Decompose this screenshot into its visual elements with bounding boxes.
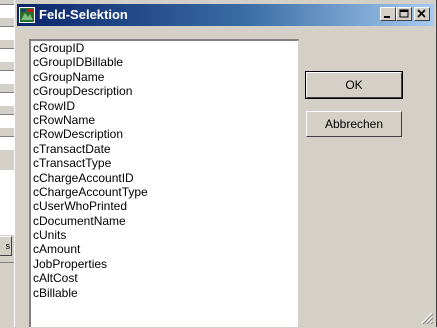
resize-grip-icon[interactable] [421, 312, 433, 324]
window-title: Feld-Selektion [39, 7, 128, 22]
background-button[interactable]: s [0, 236, 12, 256]
background-field[interactable] [0, 4, 14, 18]
field-list[interactable]: cGroupID cGroupIDBillable cGroupName cGr… [29, 39, 299, 327]
list-item[interactable]: cRowDescription [31, 127, 298, 141]
list-item[interactable]: cTransactDate [31, 142, 298, 156]
list-item[interactable]: cTransactType [31, 156, 298, 170]
background-frame [0, 262, 14, 328]
background-field[interactable] [0, 114, 14, 128]
app-icon[interactable] [19, 7, 35, 23]
list-item[interactable]: cGroupDescription [31, 84, 298, 98]
list-item[interactable]: cGroupID [31, 41, 298, 55]
list-item[interactable]: cGroupIDBillable [31, 55, 298, 69]
list-item[interactable]: cUnits [31, 228, 298, 242]
background-field[interactable] [0, 136, 14, 150]
list-item[interactable]: cChargeAccountType [31, 185, 298, 199]
background-field[interactable] [0, 70, 14, 84]
list-item[interactable]: cAmount [31, 242, 298, 256]
list-item[interactable]: cGroupName [31, 70, 298, 84]
field-selection-dialog: Feld-Selektion cGroupID cGroupIDBillable… [14, 0, 437, 327]
title-bar[interactable]: Feld-Selektion [17, 4, 434, 26]
list-item[interactable]: cChargeAccountID [31, 171, 298, 185]
list-item[interactable]: cRowID [31, 99, 298, 113]
close-button[interactable] [414, 7, 430, 21]
background-field[interactable] [0, 92, 14, 106]
minimize-icon [384, 16, 390, 18]
list-item[interactable]: cDocumentName [31, 214, 298, 228]
cancel-button[interactable]: Abbrechen [306, 111, 402, 137]
list-item[interactable]: cBillable [31, 286, 298, 300]
background-list [0, 170, 15, 235]
background-field[interactable] [0, 48, 14, 62]
minimize-button[interactable] [380, 7, 396, 21]
maximize-icon [399, 9, 409, 18]
maximize-button[interactable] [396, 7, 412, 21]
ok-button[interactable]: OK [305, 71, 403, 99]
list-item[interactable]: cRowName [31, 113, 298, 127]
list-item[interactable]: cAltCost [31, 271, 298, 285]
close-icon [417, 9, 426, 18]
list-item[interactable]: JobProperties [31, 257, 298, 271]
list-item[interactable]: cUserWhoPrinted [31, 199, 298, 213]
background-field[interactable] [0, 26, 14, 40]
